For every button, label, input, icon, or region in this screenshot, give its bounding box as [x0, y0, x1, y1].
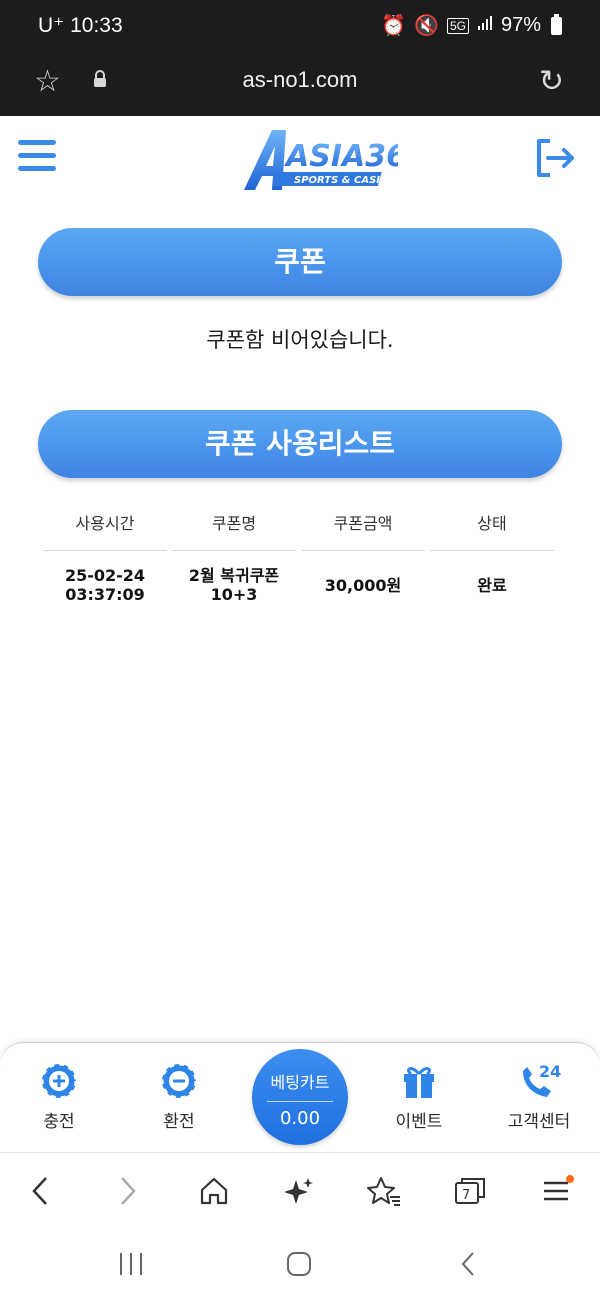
battery-percent: 97%	[500, 14, 541, 36]
column-header: 상태	[430, 500, 554, 551]
browser-menu-icon[interactable]	[534, 1171, 578, 1211]
home-icon[interactable]	[192, 1171, 236, 1211]
withdraw-chip-icon	[134, 1061, 224, 1101]
bet-cart-label: 베팅카트	[270, 1073, 330, 1092]
logo-text: ASIA365	[284, 139, 398, 174]
cell-amount: 30,000원	[324, 575, 402, 595]
bookmarks-icon[interactable]	[362, 1171, 406, 1211]
browser-top-bar: U⁺ 10:33 ⏰ 🔇 5G 97% ☆ as-no1.com ↻	[0, 0, 600, 116]
carrier-time: U⁺ 10:33	[38, 14, 123, 37]
phone-24-icon: 24	[494, 1061, 584, 1101]
site-logo[interactable]: ASIA365 SPORTS & CASINO	[242, 126, 428, 194]
bet-cart-button[interactable]: 베팅카트 0.00	[252, 1049, 348, 1145]
forward-icon[interactable]	[106, 1171, 150, 1211]
bet-cart-value: 0.00	[279, 1108, 321, 1129]
deposit-chip-icon	[14, 1061, 104, 1101]
support-badge: 24	[539, 1062, 561, 1081]
url-bar[interactable]: ☆ as-no1.com ↻	[0, 52, 600, 116]
browser-toolbar: 7	[0, 1152, 600, 1229]
system-back-icon[interactable]	[458, 1250, 478, 1282]
table-row: 25-02-24 03:37:09 2월 복귀쿠폰 10+3 30,000원 완료	[43, 551, 556, 605]
bottom-nav: 충전 환전 베팅카트 0.00 이벤트 24 고객센터	[0, 1042, 600, 1153]
gift-icon	[374, 1061, 464, 1101]
home-button-icon[interactable]	[285, 1250, 313, 1282]
withdraw-button[interactable]: 환전	[134, 1061, 224, 1132]
table-header: 사용시간 쿠폰명 쿠폰금액 상태	[43, 500, 556, 551]
mute-icon: 🔇	[414, 15, 439, 37]
withdraw-label: 환전	[163, 1112, 195, 1132]
status-bar: U⁺ 10:33 ⏰ 🔇 5G 97%	[0, 0, 600, 52]
tab-count: 7	[462, 1188, 470, 1203]
reload-icon[interactable]: ↻	[539, 64, 564, 99]
column-header: 사용시간	[43, 500, 167, 551]
network-label: 5G	[446, 17, 469, 34]
alarm-icon: ⏰	[381, 15, 407, 37]
logo-subtext: SPORTS & CASINO	[294, 175, 397, 186]
back-icon[interactable]	[18, 1171, 62, 1211]
deposit-button[interactable]: 충전	[14, 1061, 104, 1132]
signal-icon	[477, 14, 493, 37]
recent-apps-icon[interactable]	[118, 1250, 144, 1282]
cell-coupon-name: 2월 복귀쿠폰 10+3	[188, 566, 280, 604]
system-nav-bar	[0, 1228, 600, 1301]
support-button[interactable]: 24 고객센터	[494, 1061, 584, 1132]
support-label: 고객센터	[507, 1112, 571, 1132]
coupon-title-button[interactable]: 쿠폰	[38, 228, 562, 296]
column-header: 쿠폰명	[172, 500, 296, 551]
cell-status: 완료	[477, 575, 507, 595]
coupon-empty-message: 쿠폰함 비어있습니다.	[206, 328, 394, 352]
coupon-usage-title-button[interactable]: 쿠폰 사용리스트	[38, 410, 562, 478]
tabs-icon[interactable]: 7	[448, 1171, 492, 1211]
logout-icon[interactable]	[534, 138, 578, 178]
deposit-label: 충전	[43, 1112, 75, 1132]
menu-icon[interactable]	[18, 140, 56, 172]
status-icons: ⏰ 🔇 5G 97%	[381, 13, 562, 38]
url-text[interactable]: as-no1.com	[0, 67, 600, 93]
coupon-usage-table: 사용시간 쿠폰명 쿠폰금액 상태 25-02-24 03:37:09 2월 복귀쿠…	[43, 500, 556, 605]
event-button[interactable]: 이벤트	[374, 1061, 464, 1132]
column-header: 쿠폰금액	[301, 500, 425, 551]
notification-dot	[566, 1175, 574, 1183]
sparkle-icon[interactable]	[277, 1171, 321, 1211]
event-label: 이벤트	[395, 1112, 443, 1132]
battery-icon	[551, 13, 562, 35]
cell-time: 25-02-24 03:37:09	[64, 566, 146, 604]
